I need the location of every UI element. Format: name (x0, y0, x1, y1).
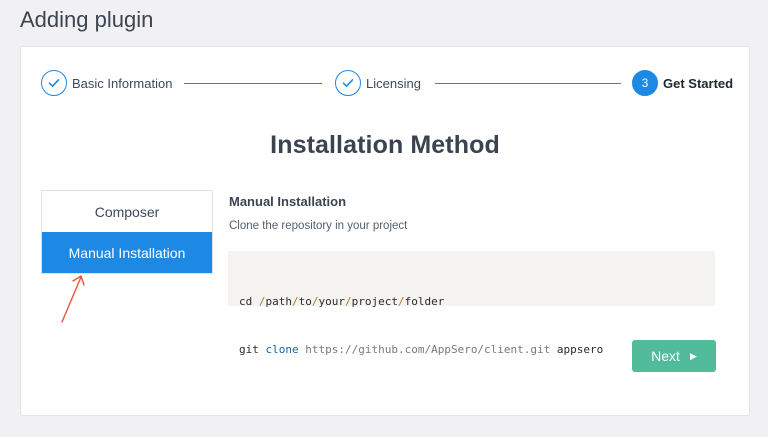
step-get-started[interactable]: 3 Get Started (632, 69, 733, 97)
next-button-label: Next (651, 348, 680, 364)
step-number: 3 (632, 70, 658, 96)
wizard-card: Basic Information Licensing 3 Get Starte… (20, 46, 750, 416)
section-title: Installation Method (270, 131, 500, 159)
check-icon (335, 70, 361, 96)
page-title: Adding plugin (20, 7, 154, 32)
step-label: Licensing (366, 75, 421, 91)
step-label: Basic Information (72, 75, 173, 91)
content-description: Clone the repository in your project (229, 220, 408, 232)
caret-right-icon: ▶ (689, 350, 697, 361)
check-icon (41, 70, 67, 96)
step-basic-information[interactable]: Basic Information (41, 69, 172, 97)
tab-manual-installation[interactable]: Manual Installation (42, 232, 212, 273)
step-label: Get Started (663, 75, 734, 91)
step-licensing[interactable]: Licensing (335, 69, 421, 97)
tab-composer[interactable]: Composer (42, 191, 212, 232)
next-button[interactable]: Next ▶ (632, 340, 716, 372)
step-connector (184, 83, 322, 84)
code-line-cd: cd /path/to/your/project/folder (239, 295, 445, 308)
code-block: cd /path/to/your/project/folder git clon… (228, 251, 715, 356)
content-heading: Manual Installation (229, 194, 347, 209)
method-tabs: Composer Manual Installation (41, 190, 213, 274)
step-connector (435, 83, 621, 84)
annotation-arrow-icon (61, 275, 85, 323)
